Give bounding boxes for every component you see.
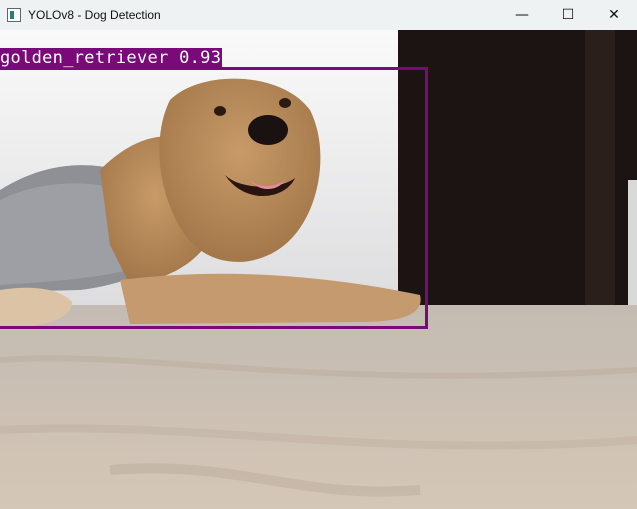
minimize-button[interactable]: — bbox=[499, 0, 545, 30]
wooden-floor bbox=[0, 305, 637, 509]
maximize-icon: ☐ bbox=[561, 7, 575, 23]
app-window: YOLOv8 - Dog Detection — ☐ ✕ golden_retr… bbox=[0, 0, 637, 509]
close-icon: ✕ bbox=[608, 7, 620, 23]
window-controls: — ☐ ✕ bbox=[499, 0, 637, 30]
detection-label: golden_retriever 0.93 bbox=[0, 48, 223, 68]
window-title: YOLOv8 - Dog Detection bbox=[28, 8, 161, 22]
close-button[interactable]: ✕ bbox=[591, 0, 637, 30]
maximize-button[interactable]: ☐ bbox=[545, 0, 591, 30]
detection-bounding-box bbox=[0, 67, 428, 329]
window-app-icon[interactable] bbox=[7, 8, 21, 22]
title-bar[interactable]: YOLOv8 - Dog Detection — ☐ ✕ bbox=[0, 0, 637, 30]
video-frame: golden_retriever 0.93 bbox=[0, 30, 637, 509]
detection-label-text: golden_retriever 0.93 bbox=[0, 48, 222, 68]
minimize-icon: — bbox=[515, 7, 529, 23]
